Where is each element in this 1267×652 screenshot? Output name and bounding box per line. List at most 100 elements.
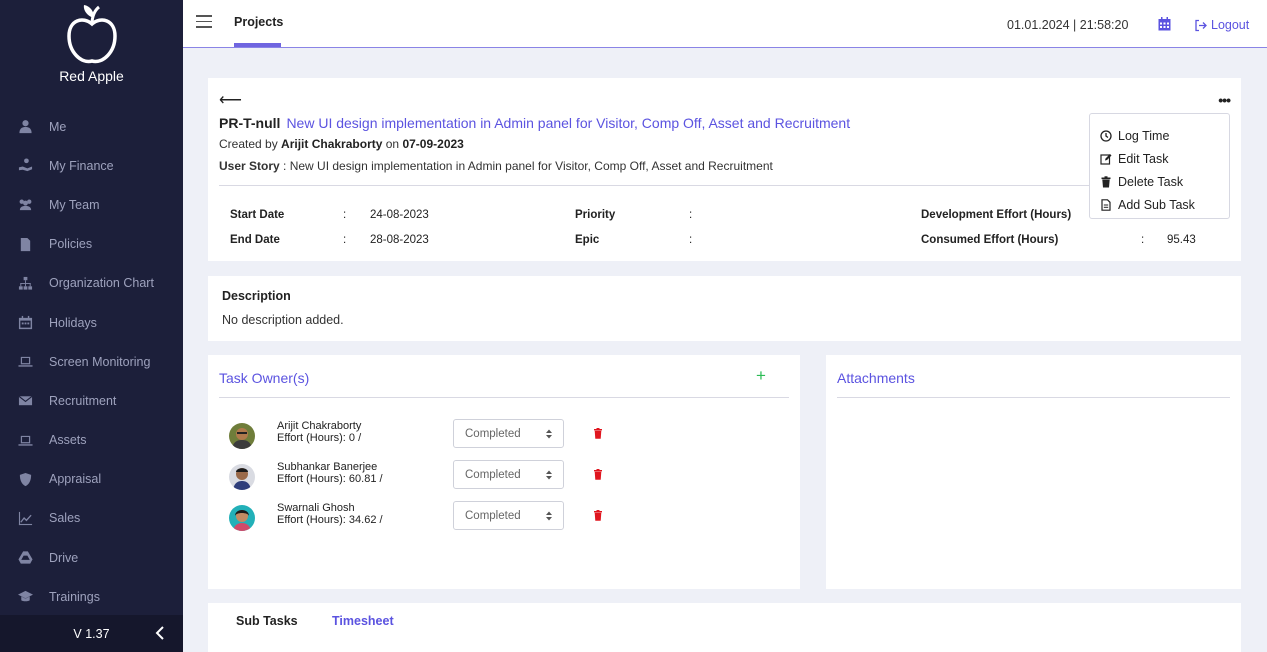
task-header-card: ⟵ ••• PR-T-null New UI design implementat…	[208, 78, 1241, 261]
finance-icon	[16, 158, 34, 174]
task-id: PR-T-null	[219, 115, 281, 131]
user-icon	[16, 119, 34, 135]
brand: Red Apple	[0, 0, 183, 106]
delete-owner-icon[interactable]	[593, 510, 603, 521]
graduation-icon	[16, 589, 34, 605]
status-select[interactable]: Completed	[453, 501, 564, 530]
tab-sub-tasks[interactable]: Sub Tasks	[236, 614, 298, 628]
menu-item-label: Log Time	[1118, 128, 1170, 143]
delete-task-menu-item[interactable]: Delete Task	[1090, 170, 1229, 193]
sidebar-item-label: Assets	[49, 433, 87, 448]
sidebar-item-holidays[interactable]: Holidays	[0, 303, 183, 342]
chart-icon	[16, 510, 34, 526]
task-title: PR-T-null New UI design implementation in…	[219, 115, 850, 131]
description-title: Description	[222, 289, 291, 303]
calendar-icon[interactable]	[1158, 17, 1171, 31]
clock-icon	[1100, 129, 1112, 142]
team-icon	[16, 197, 34, 213]
sidebar-item-sales[interactable]: Sales	[0, 499, 183, 538]
attachments-card: Attachments	[826, 355, 1241, 589]
divider	[219, 185, 1230, 186]
sidebar-item-label: Screen Monitoring	[49, 354, 151, 369]
add-sub-task-menu-item[interactable]: Add Sub Task	[1090, 193, 1229, 216]
menu-item-label: Edit Task	[1118, 151, 1169, 166]
more-options-icon[interactable]: •••	[1218, 92, 1231, 108]
avatar	[229, 464, 255, 490]
colon: :	[689, 209, 693, 221]
sidebar-item-trainings[interactable]: Trainings	[0, 577, 183, 616]
menu-item-label: Delete Task	[1118, 174, 1184, 189]
start-date-value: 24-08-2023	[370, 209, 429, 221]
owner-row: Subhankar Banerjee Effort (Hours): 60.81…	[229, 460, 789, 492]
status-select[interactable]: Completed	[453, 419, 564, 448]
owner-effort: Effort (Hours): 34.62 /	[277, 514, 383, 526]
created-on: 07-09-2023	[402, 137, 464, 151]
consumed-effort-label: Consumed Effort (Hours)	[921, 234, 1059, 246]
sidebar-item-policies[interactable]: Policies	[0, 225, 183, 264]
sidebar-item-assets[interactable]: Assets	[0, 421, 183, 460]
created-by: Arijit Chakraborty	[281, 137, 383, 151]
sidebar-footer: V 1.37	[0, 615, 183, 652]
sidebar-item-me[interactable]: Me	[0, 107, 183, 146]
delete-owner-icon[interactable]	[593, 469, 603, 480]
colon: :	[343, 234, 347, 246]
sidebar-item-label: Recruitment	[49, 393, 117, 408]
attachments-title: Attachments	[837, 370, 915, 386]
datetime-display: 01.01.2024 | 21:58:20	[1007, 18, 1129, 32]
sidebar-item-label: Sales	[49, 511, 81, 526]
apple-logo-icon	[66, 5, 117, 64]
sort-caret-icon	[546, 511, 552, 521]
colon: :	[343, 209, 347, 221]
sidebar-item-recruitment[interactable]: Recruitment	[0, 381, 183, 420]
sidebar-item-screen-monitoring[interactable]: Screen Monitoring	[0, 342, 183, 381]
logout-button[interactable]: Logout	[1194, 18, 1249, 32]
owner-row: Arijit Chakraborty Effort (Hours): 0 / C…	[229, 419, 789, 451]
task-actions-menu: Log Time Edit Task Delete Task Add Sub T…	[1089, 113, 1230, 219]
chevron-left-icon[interactable]	[153, 625, 167, 641]
consumed-effort-value: 95.43	[1167, 234, 1196, 246]
created-on-prefix: on	[385, 137, 400, 151]
sidebar-item-label: Policies	[49, 237, 93, 252]
tab-projects[interactable]: Projects	[234, 15, 283, 29]
sort-caret-icon	[546, 470, 552, 480]
sidebar-item-organization-chart[interactable]: Organization Chart	[0, 264, 183, 303]
sidebar-item-appraisal[interactable]: Appraisal	[0, 460, 183, 499]
logout-icon	[1195, 19, 1207, 31]
status-select[interactable]: Completed	[453, 460, 564, 489]
priority-label: Priority	[575, 209, 616, 221]
end-date-label: End Date	[230, 234, 280, 246]
version-label: V 1.37	[73, 626, 110, 641]
calendar-icon	[16, 315, 34, 331]
sidebar-item-my-finance[interactable]: My Finance	[0, 146, 183, 185]
delete-owner-icon[interactable]	[593, 428, 603, 439]
owner-name: Swarnali Ghosh	[277, 502, 355, 514]
sidebar-item-label: Me	[49, 119, 67, 134]
menu-item-label: Add Sub Task	[1118, 197, 1195, 212]
sidebar-item-label: My Finance	[49, 158, 114, 173]
dev-effort-label: Development Effort (Hours)	[921, 209, 1072, 221]
back-arrow-icon[interactable]: ⟵	[219, 90, 242, 110]
active-tab-indicator	[234, 43, 281, 47]
bottom-tabs-card: Sub Tasks Timesheet	[208, 603, 1241, 652]
sidebar-item-label: Drive	[49, 550, 79, 565]
menu-icon[interactable]	[196, 15, 212, 29]
sidebar-item-label: Holidays	[49, 315, 97, 330]
shield-icon	[16, 471, 34, 487]
created-prefix: Created by	[219, 137, 278, 151]
laptop-icon	[16, 354, 34, 370]
end-date-value: 28-08-2023	[370, 234, 429, 246]
tab-timesheet[interactable]: Timesheet	[332, 614, 394, 628]
log-time-menu-item[interactable]: Log Time	[1090, 124, 1229, 147]
add-owner-button[interactable]: +	[756, 366, 766, 386]
owner-name: Subhankar Banerjee	[277, 461, 378, 473]
sidebar-item-label: Trainings	[49, 589, 100, 604]
file-text-icon	[1101, 198, 1111, 211]
sidebar-item-my-team[interactable]: My Team	[0, 185, 183, 224]
sidebar-item-label: My Team	[49, 197, 100, 212]
owner-row: Swarnali Ghosh Effort (Hours): 34.62 / C…	[229, 501, 789, 533]
task-owners-title: Task Owner(s)	[219, 370, 310, 386]
sidebar-item-drive[interactable]: Drive	[0, 538, 183, 577]
edit-task-menu-item[interactable]: Edit Task	[1090, 147, 1229, 170]
envelope-icon	[16, 393, 34, 409]
task-name: New UI design implementation in Admin pa…	[286, 115, 851, 131]
